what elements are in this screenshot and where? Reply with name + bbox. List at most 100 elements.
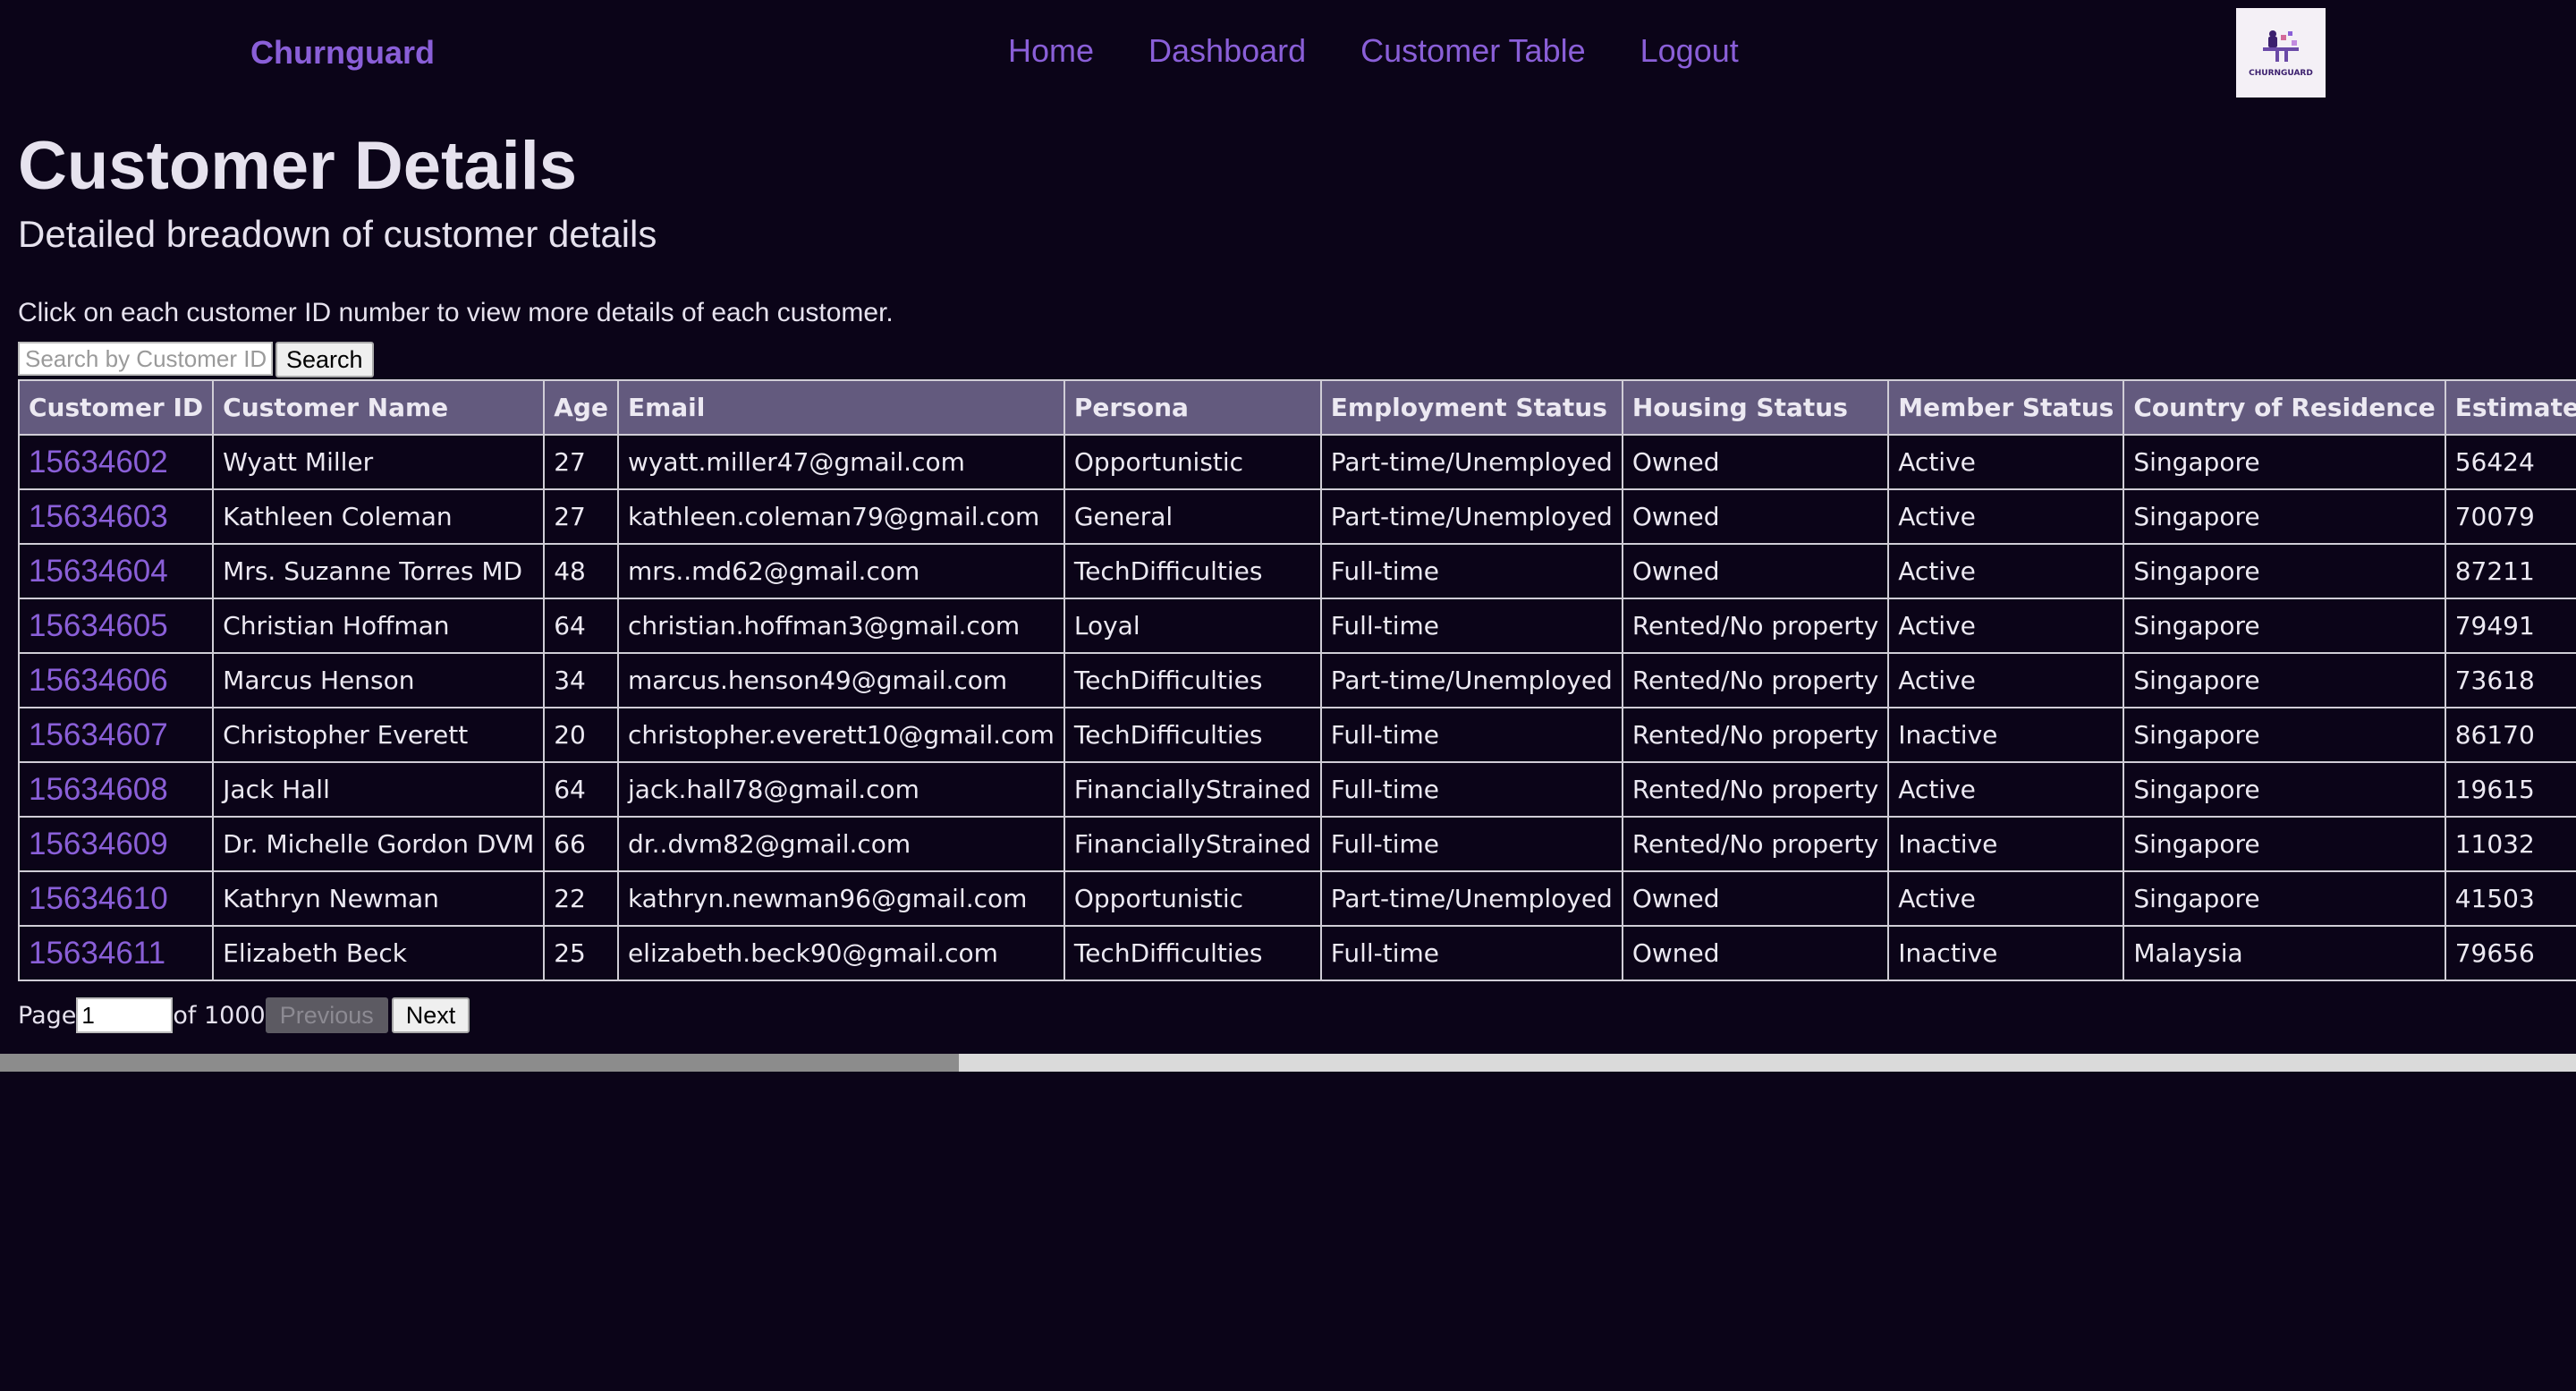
next-button[interactable]: Next (391, 997, 470, 1033)
page-title: Customer Details (18, 128, 578, 204)
cell-customer-id: 15634606 (18, 652, 215, 708)
cell-email: jack.hall78@gmail.com (616, 761, 1065, 818)
cell-employment-status: Part-time/Unemployed (1319, 652, 1623, 708)
cell-email: mrs..md62@gmail.com (616, 543, 1065, 599)
cell-housing-status: Owned (1621, 434, 1890, 490)
customer-id-link[interactable]: 15634610 (29, 881, 168, 916)
column-header-member-status: Member Status (1887, 379, 2125, 436)
cell-member-status: Inactive (1887, 925, 2125, 981)
cell-estimated-salary: 56424 (2444, 434, 2576, 490)
cell-age: 20 (543, 707, 619, 763)
cell-employment-status: Part-time/Unemployed (1319, 488, 1623, 545)
cell-housing-status: Owned (1621, 870, 1890, 927)
cell-persona: TechDifficulties (1063, 925, 1322, 981)
cell-country-of-residence: Singapore (2123, 488, 2446, 545)
cell-age: 27 (543, 488, 619, 545)
cell-persona: TechDifficulties (1063, 652, 1322, 708)
customer-id-link[interactable]: 15634607 (29, 717, 168, 752)
cell-email: elizabeth.beck90@gmail.com (616, 925, 1065, 981)
table-row: 15634609 Dr. Michelle Gordon DVM 66 dr..dvm… (18, 816, 2576, 872)
table-row: 15634608 Jack Hall 64 jack.hall78@gmail.com… (18, 761, 2576, 818)
scrollbar-thumb[interactable] (0, 1054, 959, 1072)
cell-estimated-salary: 19615 (2444, 761, 2576, 818)
customer-id-link[interactable]: 15634603 (29, 499, 168, 534)
cell-housing-status: Rented/No property (1621, 598, 1890, 654)
cell-email: kathryn.newman96@gmail.com (616, 870, 1065, 927)
cell-age: 64 (543, 761, 619, 818)
cell-customer-name: Marcus Henson (212, 652, 546, 708)
nav-link-logout[interactable]: Logout (1640, 32, 1739, 70)
cell-customer-id: 15634603 (18, 488, 215, 545)
customer-id-link[interactable]: 15634604 (29, 554, 168, 589)
cell-member-status: Inactive (1887, 816, 2125, 872)
cell-email: dr..dvm82@gmail.com (616, 816, 1065, 872)
cell-persona: TechDifficulties (1063, 543, 1322, 599)
brand-name[interactable]: Churnguard (250, 34, 435, 72)
column-header-country-of-residence: Country of Residence (2123, 379, 2446, 436)
cell-employment-status: Full-time (1319, 543, 1623, 599)
search-bar: Search (18, 342, 374, 377)
pagination: Page of 1000 Previous Next (18, 997, 470, 1033)
cell-estimated-salary: 87211 (2444, 543, 2576, 599)
customer-id-link[interactable]: 15634606 (29, 663, 168, 698)
customer-id-link[interactable]: 15634611 (29, 936, 165, 971)
cell-email: kathleen.coleman79@gmail.com (616, 488, 1065, 545)
previous-button[interactable]: Previous (265, 997, 388, 1033)
customer-id-link[interactable]: 15634609 (29, 827, 168, 861)
search-button[interactable]: Search (275, 342, 374, 377)
column-header-customer-id: Customer ID (18, 379, 215, 436)
page-label: Page (18, 1001, 77, 1030)
search-input[interactable] (18, 342, 273, 376)
customer-id-link[interactable]: 15634605 (29, 608, 168, 643)
cell-housing-status: Rented/No property (1621, 707, 1890, 763)
customer-table-container[interactable]: Customer ID Customer Name Age Email Persona E… (18, 379, 2576, 981)
table-row: 15634607 Christopher Everett 20 christopher… (18, 707, 2576, 763)
cell-customer-id: 15634602 (18, 434, 215, 490)
cell-housing-status: Rented/No property (1621, 761, 1890, 818)
cell-customer-name: Christian Hoffman (212, 598, 546, 654)
cell-employment-status: Part-time/Unemployed (1319, 434, 1623, 490)
cell-member-status: Active (1887, 543, 2125, 599)
cell-customer-name: Jack Hall (212, 761, 546, 818)
cell-member-status: Active (1887, 870, 2125, 927)
cell-estimated-salary: 70079 (2444, 488, 2576, 545)
customer-id-link[interactable]: 15634602 (29, 445, 168, 479)
customer-id-link[interactable]: 15634608 (29, 772, 168, 807)
column-header-estimated-salary: Estimated Salary (2444, 379, 2576, 436)
nav-link-home[interactable]: Home (1008, 32, 1094, 70)
cell-age: 64 (543, 598, 619, 654)
cell-country-of-residence: Singapore (2123, 434, 2446, 490)
cell-customer-id: 15634605 (18, 598, 215, 654)
cell-customer-name: Kathryn Newman (212, 870, 546, 927)
table-header-row: Customer ID Customer Name Age Email Persona E… (18, 379, 2576, 436)
column-header-persona: Persona (1063, 379, 1322, 436)
logo-text: CHURNGUARD (2249, 69, 2313, 78)
cell-persona: FinanciallyStrained (1063, 761, 1322, 818)
column-header-housing-status: Housing Status (1621, 379, 1890, 436)
cell-email: marcus.henson49@gmail.com (616, 652, 1065, 708)
nav-link-dashboard[interactable]: Dashboard (1148, 32, 1306, 70)
cell-persona: General (1063, 488, 1322, 545)
cell-customer-name: Christopher Everett (212, 707, 546, 763)
cell-member-status: Active (1887, 434, 2125, 490)
cell-persona: TechDifficulties (1063, 707, 1322, 763)
table-row: 15634611 Elizabeth Beck 25 elizabeth.beck90… (18, 925, 2576, 981)
cell-estimated-salary: 86170 (2444, 707, 2576, 763)
page-number-input[interactable] (76, 997, 174, 1033)
cell-country-of-residence: Singapore (2123, 761, 2446, 818)
column-header-customer-name: Customer Name (212, 379, 546, 436)
cell-persona: FinanciallyStrained (1063, 816, 1322, 872)
table-row: 15634602 Wyatt Miller 27 wyatt.miller47@gma… (18, 434, 2576, 490)
cell-customer-id: 15634611 (18, 925, 215, 981)
cell-estimated-salary: 79656 (2444, 925, 2576, 981)
cell-age: 25 (543, 925, 619, 981)
cell-persona: Loyal (1063, 598, 1322, 654)
horizontal-scrollbar[interactable] (0, 1054, 2576, 1072)
top-navigation: Churnguard Home Dashboard Customer Table… (0, 0, 2576, 106)
cell-customer-name: Kathleen Coleman (212, 488, 546, 545)
cell-estimated-salary: 79491 (2444, 598, 2576, 654)
nav-link-customer-table[interactable]: Customer Table (1360, 32, 1585, 70)
column-header-employment-status: Employment Status (1319, 379, 1623, 436)
customer-table: Customer ID Customer Name Age Email Persona E… (18, 379, 2576, 981)
table-body: 15634602 Wyatt Miller 27 wyatt.miller47@gma… (18, 434, 2576, 981)
